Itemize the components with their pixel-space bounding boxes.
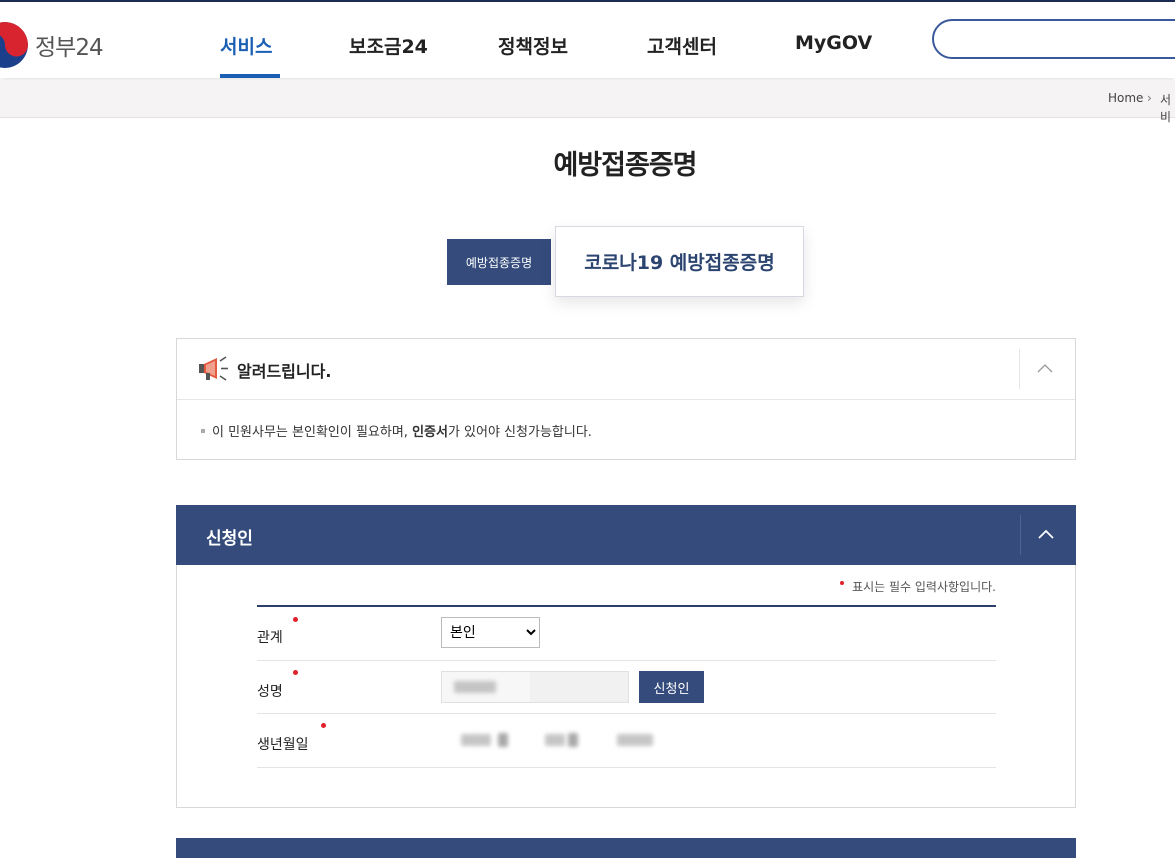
nav-subsidy[interactable]: 보조금24 <box>349 32 428 59</box>
chevron-up-icon[interactable] <box>1037 361 1053 377</box>
nav-mygov[interactable]: MyGOV <box>795 32 872 54</box>
required-dot-icon <box>293 617 298 622</box>
relation-label: 관계 <box>257 630 283 646</box>
nav-service[interactable]: 서비스 <box>220 32 272 59</box>
blurred-birth-month-unit <box>568 733 578 747</box>
blurred-name <box>454 681 496 693</box>
breadcrumb-home[interactable]: Home <box>1108 91 1143 105</box>
logo-text[interactable]: 정부24 <box>35 28 104 62</box>
required-note: 표시는 필수 입력사항입니다. <box>840 578 996 595</box>
applicant-panel-header[interactable]: 신청인 <box>176 505 1076 565</box>
breadcrumb-service[interactable]: 서비 <box>1160 91 1175 125</box>
notice-text: 이 민원사무는 본인확인이 필요하며, 인증서가 있어야 신청가능합니다. <box>201 421 592 440</box>
notice-box: 알려드립니다. 이 민원사무는 본인확인이 필요하며, 인증서가 있어야 신청가… <box>176 338 1076 460</box>
search-input[interactable] <box>932 19 1175 59</box>
birth-label: 생년월일 <box>257 737 309 753</box>
next-section-header[interactable] <box>176 838 1076 858</box>
relation-row: 관계 본인 <box>257 607 996 661</box>
applicant-panel-title: 신청인 <box>206 529 253 549</box>
notice-header[interactable]: 알려드립니다. <box>177 339 1075 400</box>
relation-select[interactable]: 본인 <box>441 617 540 648</box>
divider <box>1019 349 1020 389</box>
name-row: 성명 신청인 <box>257 661 996 714</box>
bullet-icon <box>201 428 205 433</box>
tab-vaccination-cert[interactable]: 예방접종증명 <box>447 239 551 285</box>
blurred-birth-month <box>545 734 565 746</box>
name-label: 성명 <box>257 684 283 700</box>
required-dot-icon <box>293 670 298 675</box>
name-field[interactable] <box>441 671 629 703</box>
nav-customer-center[interactable]: 고객센터 <box>647 32 717 59</box>
site-header: 정부24 서비스 보조금24 정책정보 고객센터 MyGOV <box>0 2 1175 78</box>
nav-active-underline <box>220 74 280 78</box>
divider <box>1020 515 1021 555</box>
nav-policy-info[interactable]: 정책정보 <box>498 32 568 59</box>
applicant-search-button[interactable]: 신청인 <box>639 671 704 703</box>
notice-title: 알려드립니다. <box>237 362 332 381</box>
required-dot-icon <box>321 723 326 728</box>
applicant-panel: 신청인 표시는 필수 입력사항입니다. 관계 본인 성명 신청인 생년월일 <box>176 505 1076 808</box>
blurred-birth-year-unit <box>498 733 508 747</box>
page-title: 예방접종증명 <box>553 150 697 181</box>
chevron-up-icon[interactable] <box>1038 527 1054 543</box>
breadcrumb: Home › 서비 <box>0 80 1175 124</box>
chevron-right-icon: › <box>1147 91 1152 105</box>
birth-row: 생년월일 <box>257 714 996 768</box>
tab-covid19-vaccination-cert[interactable]: 코로나19 예방접종증명 <box>555 226 804 297</box>
gov-logo-icon[interactable] <box>0 22 28 68</box>
megaphone-icon <box>199 356 228 381</box>
blurred-birth-day <box>617 734 653 746</box>
required-dot-icon <box>840 581 845 585</box>
blurred-birth-year <box>461 734 491 746</box>
